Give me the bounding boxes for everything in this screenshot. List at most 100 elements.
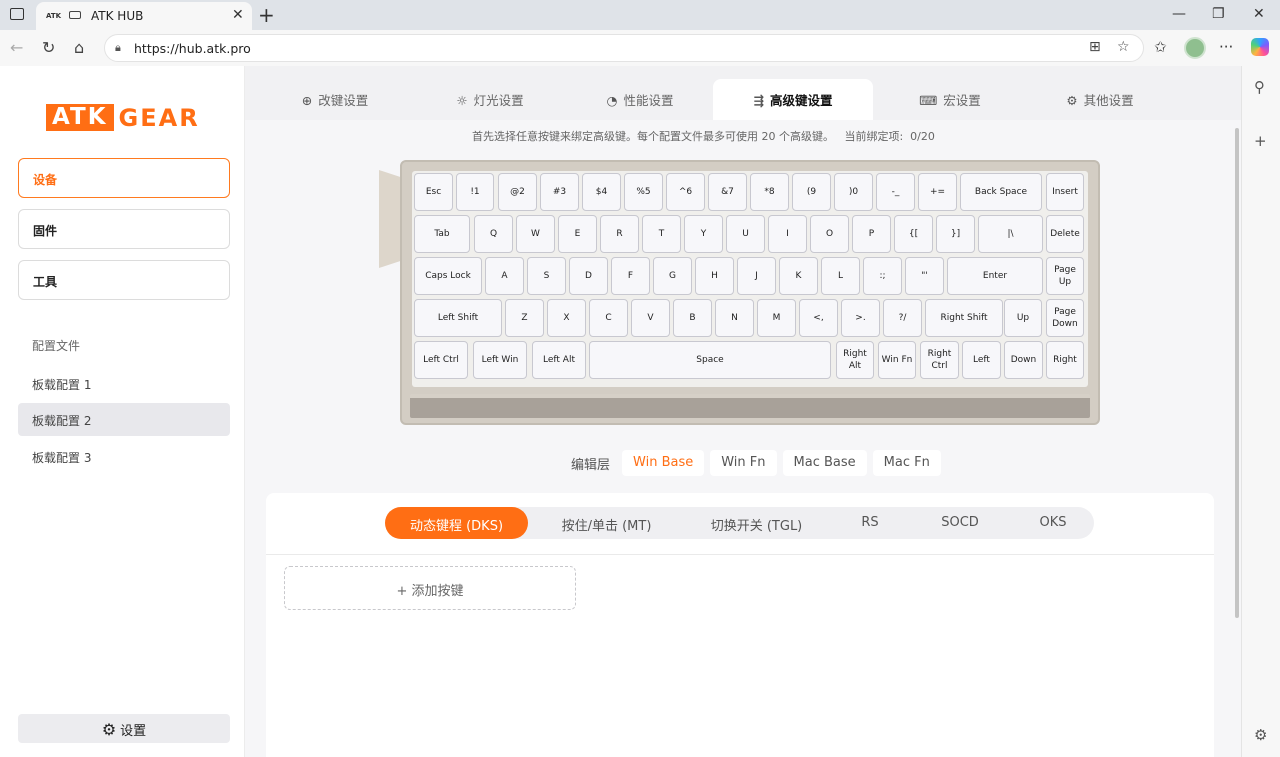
key[interactable]: %5 — [624, 173, 663, 211]
key[interactable]: #3 — [540, 173, 579, 211]
key[interactable]: M — [757, 299, 796, 337]
nav-device-button[interactable]: 设备 — [18, 158, 230, 198]
split-screen-icon[interactable]: ⊞ — [1089, 39, 1101, 55]
key[interactable]: Left Alt — [532, 341, 586, 379]
tab-lighting[interactable]: ☼ 灯光设置 — [445, 79, 535, 120]
add-icon[interactable]: + — [1254, 132, 1267, 150]
key[interactable]: E — [558, 215, 597, 253]
profile-avatar[interactable] — [1184, 37, 1206, 59]
key[interactable]: Left — [962, 341, 1001, 379]
key[interactable]: ^6 — [666, 173, 705, 211]
tab-macro[interactable]: ⌨ 宏设置 — [910, 79, 990, 120]
key[interactable]: Up — [1004, 299, 1042, 337]
key[interactable]: :; — [863, 257, 902, 295]
key[interactable]: Delete — [1046, 215, 1084, 253]
key[interactable]: "' — [905, 257, 944, 295]
key[interactable]: P — [852, 215, 891, 253]
maximize-icon[interactable]: ❐ — [1212, 6, 1225, 22]
lock-icon[interactable]: 🔒︎ — [115, 41, 121, 55]
layer-mac-fn[interactable]: Mac Fn — [872, 450, 941, 476]
close-window-icon[interactable]: ✕ — [1253, 6, 1265, 22]
add-key-button[interactable]: + 添加按键 — [284, 566, 576, 610]
close-tab-icon[interactable]: ✕ — [232, 7, 244, 23]
tab-other[interactable]: ⚙ 其他设置 — [1050, 79, 1150, 120]
profile-item-1[interactable]: 板载配置 1 — [18, 367, 230, 400]
key[interactable]: Z — [505, 299, 544, 337]
key[interactable]: Left Shift — [414, 299, 502, 337]
key[interactable]: Left Win — [473, 341, 527, 379]
key[interactable]: Space — [589, 341, 831, 379]
url-field[interactable]: 🔒︎ https://hub.atk.pro ⊞ ☆ — [104, 34, 1144, 62]
home-icon[interactable]: ⌂ — [74, 38, 84, 57]
key[interactable]: |\ — [978, 215, 1043, 253]
key[interactable]: I — [768, 215, 807, 253]
key[interactable]: Right Alt — [836, 341, 874, 379]
key[interactable]: Right — [1046, 341, 1084, 379]
key[interactable]: )0 — [834, 173, 873, 211]
scrollbar[interactable] — [1235, 128, 1239, 618]
key[interactable]: @2 — [498, 173, 537, 211]
key[interactable]: N — [715, 299, 754, 337]
profile-item-2[interactable]: 板载配置 2 — [18, 403, 230, 436]
key[interactable]: Caps Lock — [414, 257, 482, 295]
profile-item-3[interactable]: 板载配置 3 — [18, 440, 230, 473]
key[interactable]: Left Ctrl — [414, 341, 468, 379]
key[interactable]: Down — [1004, 341, 1043, 379]
browser-tab[interactable]: ATK ATK HUB ✕ — [36, 2, 252, 30]
more-menu-icon[interactable]: ··· — [1219, 38, 1233, 56]
key[interactable]: Right Ctrl — [920, 341, 959, 379]
layer-win-base[interactable]: Win Base — [622, 450, 705, 476]
tab-advanced-keys[interactable]: ⇶ 高级键设置 — [713, 79, 873, 120]
key[interactable]: Insert — [1046, 173, 1084, 211]
search-icon[interactable]: ⚲ — [1254, 78, 1265, 96]
favorite-star-icon[interactable]: ☆ — [1117, 39, 1130, 55]
tab-performance[interactable]: ◔ 性能设置 — [595, 79, 685, 120]
key[interactable]: !1 — [456, 173, 494, 211]
key[interactable]: &7 — [708, 173, 747, 211]
key[interactable]: L — [821, 257, 860, 295]
key[interactable]: += — [918, 173, 957, 211]
key[interactable]: Esc — [414, 173, 453, 211]
key[interactable]: <, — [799, 299, 838, 337]
key[interactable]: H — [695, 257, 734, 295]
mode-rs[interactable]: RS — [825, 507, 915, 539]
key[interactable]: -_ — [876, 173, 915, 211]
key[interactable]: Y — [684, 215, 723, 253]
minimize-icon[interactable]: — — [1172, 6, 1186, 22]
mode-dks[interactable]: 动态键程 (DKS) — [385, 507, 528, 539]
key[interactable]: Page Down — [1046, 299, 1084, 337]
key[interactable]: Right Shift — [925, 299, 1003, 337]
window-menu-icon[interactable] — [10, 8, 24, 20]
mode-oks[interactable]: OKS — [1008, 507, 1098, 539]
tab-keymap[interactable]: ⊕ 改键设置 — [290, 79, 380, 120]
key[interactable]: J — [737, 257, 776, 295]
key[interactable]: $4 — [582, 173, 621, 211]
nav-tools-button[interactable]: 工具 — [18, 260, 230, 300]
key[interactable]: C — [589, 299, 628, 337]
key[interactable]: T — [642, 215, 681, 253]
key[interactable]: *8 — [750, 173, 789, 211]
key[interactable]: K — [779, 257, 818, 295]
mode-mt[interactable]: 按住/单击 (MT) — [535, 507, 678, 539]
refresh-icon[interactable]: ↻ — [42, 38, 55, 57]
new-tab-icon[interactable]: + — [258, 3, 275, 27]
key[interactable]: S — [527, 257, 566, 295]
key[interactable]: X — [547, 299, 586, 337]
mode-tgl[interactable]: 切换开关 (TGL) — [685, 507, 828, 539]
key[interactable]: (9 — [792, 173, 831, 211]
back-icon[interactable]: ← — [10, 38, 23, 57]
key[interactable]: Tab — [414, 215, 470, 253]
settings-button[interactable]: ⚙ 设置 — [18, 714, 230, 743]
key[interactable]: W — [516, 215, 555, 253]
layer-mac-base[interactable]: Mac Base — [782, 450, 867, 476]
key[interactable]: B — [673, 299, 712, 337]
key[interactable]: Back Space — [960, 173, 1042, 211]
key[interactable]: Page Up — [1046, 257, 1084, 295]
copilot-icon[interactable] — [1251, 38, 1269, 56]
key[interactable]: Win Fn — [878, 341, 916, 379]
key[interactable]: R — [600, 215, 639, 253]
key[interactable]: Enter — [947, 257, 1043, 295]
key[interactable]: {[ — [894, 215, 933, 253]
key[interactable]: Q — [474, 215, 513, 253]
key[interactable]: D — [569, 257, 608, 295]
